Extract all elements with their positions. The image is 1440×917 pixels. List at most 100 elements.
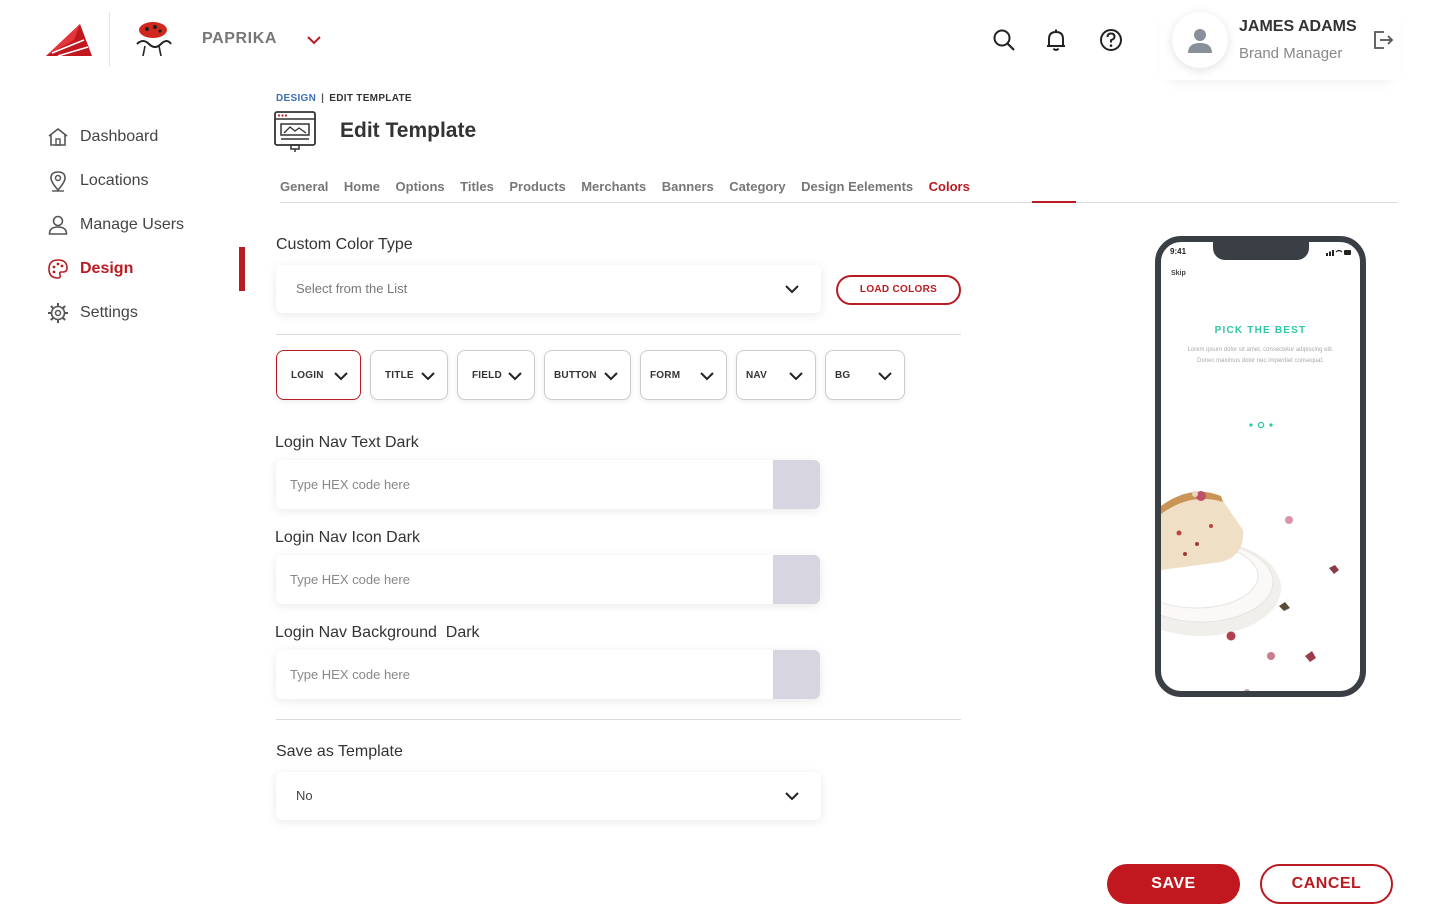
phone-title: PICK THE BEST xyxy=(1214,325,1307,336)
color-swatch[interactable] xyxy=(773,555,820,604)
chevron-down-icon xyxy=(700,372,714,381)
phone-body: Lorem ipsum dolor sit amet, consectetur … xyxy=(1187,347,1334,364)
chip-field[interactable]: FIELD xyxy=(457,350,535,400)
color-swatch[interactable] xyxy=(773,650,820,699)
phone-notch xyxy=(1213,242,1309,260)
custom-color-type-placeholder: Select from the List xyxy=(296,281,408,296)
user-role: Brand Manager xyxy=(1239,45,1343,62)
breadcrumb-link-design[interactable]: DESIGN xyxy=(276,93,316,104)
sidebar-item-label: Design xyxy=(80,260,134,277)
user-avatar-icon xyxy=(1188,29,1212,53)
save-as-template-label: Save as Template xyxy=(276,743,403,760)
chevron-down-icon xyxy=(508,372,522,381)
login-nav-icon-dark-field xyxy=(276,555,820,604)
tab-design-elements[interactable]: Design Eelements xyxy=(801,179,913,194)
section-divider xyxy=(276,719,961,720)
sidebar-item-locations[interactable]: Locations xyxy=(0,159,245,203)
sidebar-item-design[interactable]: Design xyxy=(0,247,245,291)
edit-template-icon xyxy=(274,111,316,152)
sidebar-item-manage-users[interactable]: Manage Users xyxy=(0,203,245,247)
chevron-down-icon xyxy=(421,372,435,381)
sidebar-item-label: Settings xyxy=(80,304,138,321)
chip-form[interactable]: FORM xyxy=(640,350,727,400)
custom-color-type-label: Custom Color Type xyxy=(276,236,413,253)
tab-active-indicator xyxy=(1032,201,1076,203)
sidebar-item-dashboard[interactable]: Dashboard xyxy=(0,115,245,159)
login-nav-text-dark-label: Login Nav Text Dark xyxy=(275,434,419,451)
tab-banners[interactable]: Banners xyxy=(662,179,714,194)
sidebar-item-settings[interactable]: Settings xyxy=(0,291,245,335)
chip-button[interactable]: BUTTON xyxy=(544,350,631,400)
chip-label: LOGIN xyxy=(291,370,324,381)
phone-skip: Skip xyxy=(1171,270,1186,277)
tab-merchants[interactable]: Merchants xyxy=(581,179,646,194)
breadcrumb: DESIGN | EDIT TEMPLATE xyxy=(276,93,412,104)
tab-options[interactable]: Options xyxy=(396,179,445,194)
gear-icon xyxy=(48,303,68,323)
chip-nav[interactable]: NAV xyxy=(736,350,816,400)
chip-label: TITLE xyxy=(385,370,414,381)
tab-general[interactable]: General xyxy=(280,179,328,194)
sidebar-item-label: Manage Users xyxy=(80,216,185,233)
load-colors-button[interactable]: LOAD COLORS xyxy=(836,275,961,305)
save-button[interactable]: SAVE xyxy=(1107,864,1240,904)
cancel-button[interactable]: CANCEL xyxy=(1260,864,1393,904)
tab-colors[interactable]: Colors xyxy=(929,179,970,194)
tab-products[interactable]: Products xyxy=(509,179,565,194)
logout-icon[interactable] xyxy=(1372,29,1394,51)
hex-input[interactable] xyxy=(276,555,773,604)
palette-icon xyxy=(48,259,68,279)
chip-bg[interactable]: BG xyxy=(825,350,905,400)
chevron-down-icon xyxy=(604,372,618,381)
color-swatch[interactable] xyxy=(773,460,820,509)
red-paper-plane-icon[interactable] xyxy=(44,20,94,60)
phone-preview: 9:41 Skip PICK THE BEST Lorem ipsum dolo… xyxy=(1155,236,1366,697)
pagination-dots-icon xyxy=(1249,421,1273,429)
hex-input[interactable] xyxy=(276,460,773,509)
cake-photo-illustration xyxy=(1161,491,1339,691)
chip-title[interactable]: TITLE xyxy=(370,350,448,400)
tab-titles[interactable]: Titles xyxy=(460,179,494,194)
sidebar-item-label: Dashboard xyxy=(80,128,159,145)
chip-label: BUTTON xyxy=(554,370,597,381)
chevron-down-icon xyxy=(789,372,803,381)
login-nav-text-dark-field xyxy=(276,460,820,509)
home-icon xyxy=(48,127,68,146)
breadcrumb-separator: | xyxy=(321,93,325,104)
brand-name: PAPRIKA xyxy=(202,30,278,47)
tab-divider xyxy=(280,202,1398,203)
login-nav-background-dark-field xyxy=(276,650,820,699)
section-divider xyxy=(276,334,961,335)
sidebar-item-label: Locations xyxy=(80,172,149,189)
hex-input[interactable] xyxy=(276,650,773,699)
breadcrumb-current: EDIT TEMPLATE xyxy=(329,93,412,104)
save-as-template-value: No xyxy=(296,788,313,803)
user-name: JAMES ADAMS xyxy=(1239,18,1357,35)
paprika-logo-icon[interactable] xyxy=(133,18,173,60)
chevron-down-icon xyxy=(878,372,892,381)
save-as-template-select[interactable]: No xyxy=(276,772,821,820)
signal-wifi-battery-icon xyxy=(1326,249,1351,256)
chevron-down-icon xyxy=(334,372,348,381)
chip-label: FORM xyxy=(650,370,681,381)
chip-label: BG xyxy=(835,370,851,381)
help-icon[interactable] xyxy=(1098,27,1124,53)
tab-category[interactable]: Category xyxy=(729,179,785,194)
brand-chevron-down-icon[interactable] xyxy=(305,31,323,49)
chevron-down-icon xyxy=(785,285,799,294)
bell-icon[interactable] xyxy=(1043,27,1069,53)
tab-home[interactable]: Home xyxy=(344,179,380,194)
login-nav-background-dark-label: Login Nav Background Dark xyxy=(275,624,480,641)
search-icon[interactable] xyxy=(991,27,1017,53)
page-title: Edit Template xyxy=(340,119,477,142)
user-profile-card[interactable]: JAMES ADAMS Brand Manager xyxy=(1160,0,1400,80)
login-nav-icon-dark-label: Login Nav Icon Dark xyxy=(275,529,420,546)
custom-color-type-select[interactable]: Select from the List xyxy=(276,265,821,313)
top-header: PAPRIKA JAMES ADAMS Brand Manager xyxy=(0,0,1440,80)
sidebar-nav: Dashboard Locations Manage Users Design xyxy=(0,115,245,335)
tab-bar: General Home Options Titles Products Mer… xyxy=(280,179,985,194)
location-pin-icon xyxy=(50,171,66,192)
avatar[interactable] xyxy=(1172,12,1228,68)
phone-time: 9:41 xyxy=(1170,247,1187,256)
chip-login[interactable]: LOGIN xyxy=(276,350,361,400)
